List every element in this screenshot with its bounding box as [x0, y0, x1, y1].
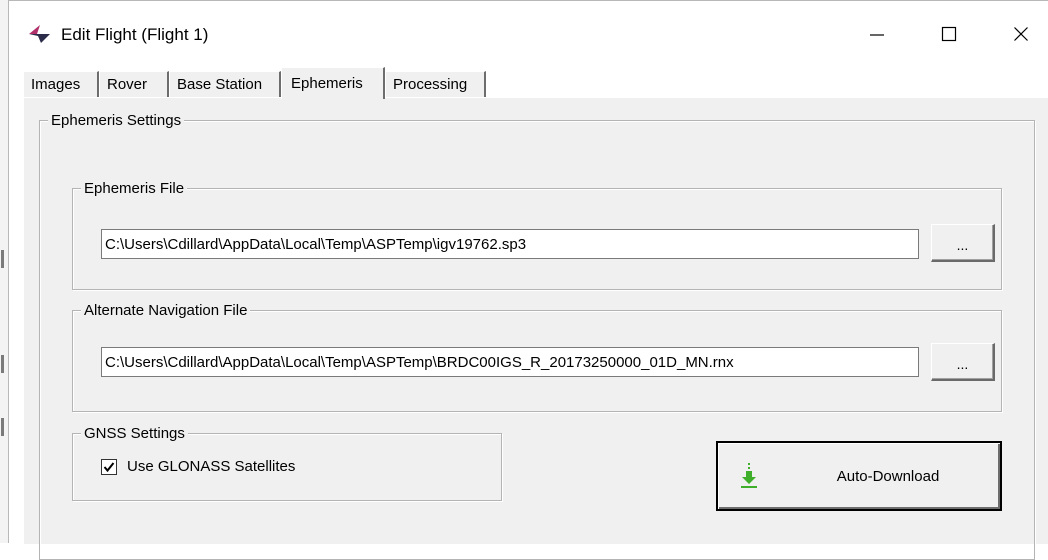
- edge-mark: [1, 418, 4, 436]
- edit-flight-dialog: Edit Flight (Flight 1) Images Rover Base…: [8, 0, 1048, 560]
- auto-download-label: Auto-Download: [836, 467, 940, 485]
- window-title: Edit Flight (Flight 1): [61, 25, 209, 44]
- edge-mark: [1, 250, 4, 268]
- alternate-navigation-browse-button[interactable]: ...: [931, 343, 995, 381]
- tab-base-station[interactable]: Base Station: [169, 71, 281, 97]
- ephemeris-settings-title: Ephemeris Settings: [48, 111, 185, 130]
- tab-processing[interactable]: Processing: [385, 71, 486, 97]
- maximize-icon: [941, 26, 957, 42]
- tab-rover[interactable]: Rover: [99, 71, 169, 97]
- alternate-navigation-file-title: Alternate Navigation File: [81, 301, 251, 320]
- use-glonass-label: Use GLONASS Satellites: [127, 458, 296, 475]
- download-arrow-icon: [741, 463, 757, 488]
- auto-download-button[interactable]: Auto-Download: [716, 441, 1002, 511]
- use-glonass-checkbox[interactable]: [101, 458, 117, 475]
- close-button[interactable]: [998, 13, 1044, 55]
- close-icon: [1014, 27, 1028, 41]
- maximize-button[interactable]: [926, 13, 972, 55]
- minimize-button[interactable]: [854, 13, 900, 55]
- app-logo-icon: [29, 25, 50, 43]
- minimize-icon: [870, 34, 884, 36]
- ephemeris-browse-button[interactable]: ...: [931, 224, 995, 262]
- checkmark-icon: [103, 461, 115, 472]
- tab-strip: Images Rover Base Station Ephemeris Proc…: [9, 65, 1048, 99]
- gnss-settings-title: GNSS Settings: [81, 424, 188, 443]
- tab-ephemeris[interactable]: Ephemeris: [281, 67, 385, 99]
- ephemeris-file-group: Ephemeris File C:\Users\Cdillard\AppData…: [72, 179, 1002, 290]
- title-bar[interactable]: Edit Flight (Flight 1): [9, 1, 1048, 65]
- use-glonass-row[interactable]: Use GLONASS Satellites: [101, 458, 295, 475]
- alternate-navigation-file-group: Alternate Navigation File C:\Users\Cdill…: [72, 301, 1002, 412]
- tab-images[interactable]: Images: [23, 71, 99, 97]
- ephemeris-tab-panel: Ephemeris Settings Ephemeris File C:\Use…: [23, 97, 1048, 560]
- alternate-navigation-file-input[interactable]: C:\Users\Cdillard\AppData\Local\Temp\ASP…: [101, 347, 919, 377]
- ephemeris-file-title: Ephemeris File: [81, 179, 188, 198]
- edge-mark: [1, 355, 4, 373]
- ephemeris-file-input[interactable]: C:\Users\Cdillard\AppData\Local\Temp\ASP…: [101, 229, 919, 259]
- gnss-settings-group: GNSS Settings Use GLONASS Satellites: [72, 424, 502, 501]
